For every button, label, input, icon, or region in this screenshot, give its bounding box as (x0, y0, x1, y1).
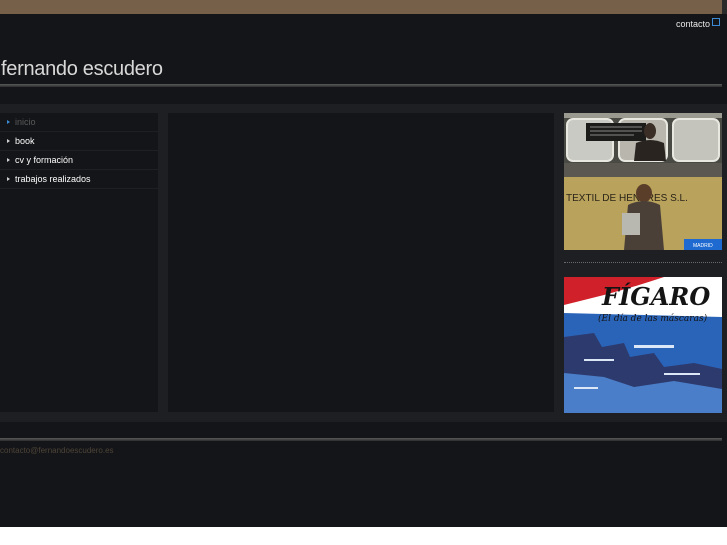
nav-item-inicio[interactable]: inicio (0, 113, 158, 132)
nav-item-label: trabajos realizados (15, 174, 91, 184)
page-background: contacto fernando escudero inicio book c… (0, 0, 727, 527)
arrow-right-icon (7, 157, 10, 162)
nav-item-label: cv y formación (15, 155, 74, 165)
poster-badge-text: MADRID (693, 243, 713, 249)
main-nav: inicio book cv y formación trabajos real… (0, 113, 158, 412)
top-bar (0, 0, 722, 14)
nav-item-trabajos[interactable]: trabajos realizados (0, 170, 158, 189)
nav-item-label: inicio (15, 117, 36, 127)
nav-item-book[interactable]: book (0, 132, 158, 151)
figaro-title-text: FÍGARO (601, 282, 710, 311)
nav-item-label: book (15, 136, 35, 146)
poster-sign-text: TEXTIL DE HENARES S.L. (566, 193, 688, 204)
figaro-subtitle-text: (El día de las máscaras) (598, 313, 708, 324)
header-divider (0, 84, 722, 87)
promo-banner-textil[interactable]: TEXTIL DE HENARES S.L. MADRID (564, 113, 722, 250)
footer-email-link[interactable]: contacto@fernandoescudero.es (0, 446, 114, 455)
sidebar-separator (564, 262, 722, 263)
footer-divider (0, 438, 722, 441)
bus-poster-image: TEXTIL DE HENARES S.L. MADRID (564, 113, 722, 250)
arrow-right-icon (7, 176, 10, 181)
external-link-icon (712, 18, 720, 26)
top-bar-edge (722, 0, 727, 14)
arrow-right-icon (7, 119, 10, 124)
nav-item-cv[interactable]: cv y formación (0, 151, 158, 170)
site-title: fernando escudero (1, 58, 163, 80)
contact-link[interactable]: contacto (675, 18, 720, 29)
contact-link-label: contacto (675, 19, 710, 29)
main-content-area (168, 113, 554, 412)
promo-banner-figaro[interactable]: FÍGARO (El día de las máscaras) (564, 277, 722, 413)
figaro-poster-image: FÍGARO (El día de las máscaras) (564, 277, 722, 413)
sidebar-promos: TEXTIL DE HENARES S.L. MADRID FÍGARO (El… (564, 113, 722, 413)
arrow-right-icon (7, 138, 10, 143)
